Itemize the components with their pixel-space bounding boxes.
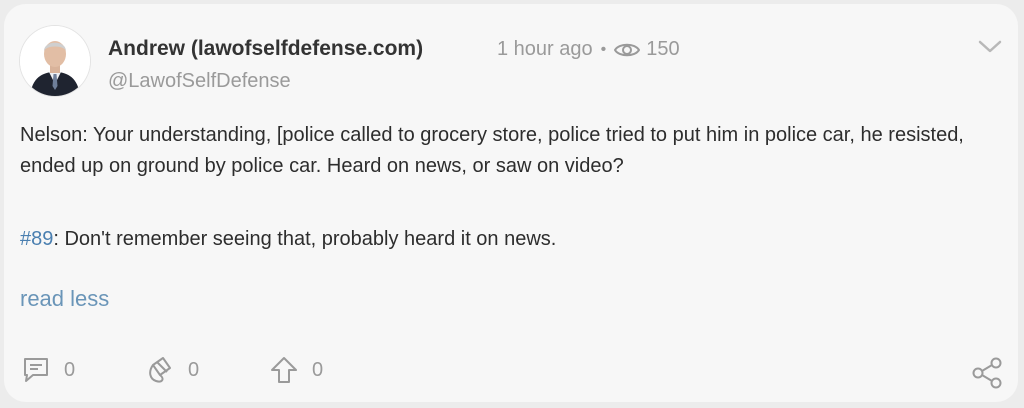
hashtag-link[interactable]: #89: [20, 228, 53, 250]
author-name[interactable]: Andrew (lawofselfdefense.com): [108, 37, 423, 61]
chevron-down-icon[interactable]: [977, 36, 1003, 56]
read-less-link[interactable]: read less: [20, 286, 109, 312]
repost-button[interactable]: 0: [144, 354, 199, 386]
post-text-paragraph-2: #89: Don't remember seeing that, probabl…: [20, 224, 995, 255]
post-text-paragraph-1: Nelson: Your understanding, [police call…: [20, 124, 964, 177]
upvote-icon: [271, 357, 297, 383]
separator-dot: •: [600, 40, 607, 58]
comment-button[interactable]: 0: [20, 354, 75, 386]
timestamp: 1 hour ago: [497, 38, 593, 60]
avatar[interactable]: [20, 26, 90, 96]
eye-icon: [614, 43, 641, 56]
author-handle[interactable]: @LawofSelfDefense: [108, 70, 291, 93]
repost-count: 0: [188, 358, 200, 381]
repost-icon: [149, 357, 171, 383]
comment-count: 0: [64, 358, 76, 381]
view-count: 150: [646, 38, 680, 60]
share-icon[interactable]: [970, 356, 1004, 390]
post-card: Andrew (lawofselfdefense.com) 1 hour ago…: [4, 4, 1018, 402]
post-text-rest: : Don't remember seeing that, probably h…: [53, 228, 557, 250]
post-body: Nelson: Your understanding, [police call…: [20, 120, 995, 255]
upvote-count: 0: [312, 358, 324, 381]
post-meta: 1 hour ago • 150: [497, 38, 680, 61]
comment-icon: [24, 358, 48, 382]
avatar-image: [20, 26, 90, 96]
upvote-button[interactable]: 0: [268, 354, 323, 386]
